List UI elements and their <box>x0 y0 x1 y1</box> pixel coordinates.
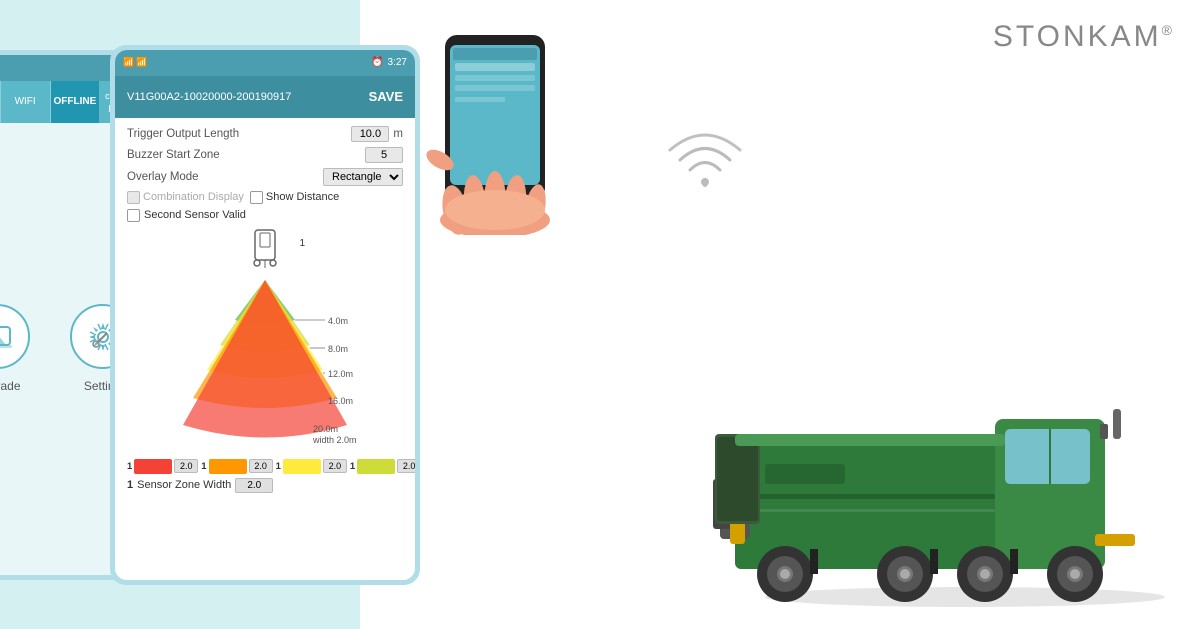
sensor-zone-width-row: 1 Sensor Zone Width <box>127 478 403 493</box>
truck-area <box>705 379 1185 609</box>
combination-display-label: Combination Display <box>143 191 244 203</box>
second-sensor-label: Second Sensor Valid <box>144 209 246 221</box>
zone-bar-3-val[interactable]: 2.0 <box>323 459 347 473</box>
zone-bar-4-num: 1 <box>350 461 355 472</box>
buzzer-zone-label: Buzzer Start Zone <box>127 149 365 161</box>
zone-bar-1: 1 2.0 <box>127 459 198 474</box>
left-section: 📶 📶 ⏰ 3:28 manual connect WIFI <box>0 0 360 629</box>
sensor-diagram-container: 1 <box>127 228 403 455</box>
second-sensor-row: Second Sensor Valid <box>127 209 403 222</box>
phone2: 📶📶 ⏰ 3:27 V11G00A2-10020000-200190917 SA… <box>110 45 420 585</box>
sensor-zone-width-num: 1 <box>127 479 133 491</box>
sensor-zone-width-label: Sensor Zone Width <box>137 479 231 491</box>
overlay-mode-label: Overlay Mode <box>127 171 323 183</box>
sensor-diagram-number: 1 <box>299 238 305 249</box>
phone2-status-bar: 📶📶 ⏰ 3:27 <box>115 50 415 76</box>
buzzer-zone-input[interactable] <box>365 147 403 163</box>
zone-bar-3-num: 1 <box>276 461 281 472</box>
trigger-output-input[interactable] <box>351 126 389 142</box>
combination-display-cb-wrap: Combination Display <box>127 191 244 204</box>
phone2-inner: 📶📶 ⏰ 3:27 V11G00A2-10020000-200190917 SA… <box>115 50 415 580</box>
zone-bar-2-val[interactable]: 2.0 <box>249 459 273 473</box>
phone1-nav-wifi[interactable]: WIFI <box>1 81 51 123</box>
brand-reg: ® <box>1162 22 1175 38</box>
phone2-status-right: ⏰ 3:27 <box>371 57 407 68</box>
zone-bar-4-val[interactable]: 2.0 <box>397 459 415 473</box>
show-distance-label: Show Distance <box>266 191 339 203</box>
combination-row: Combination Display Show Distance <box>127 191 403 204</box>
sensor-top-icon: 1 <box>235 228 295 268</box>
overlay-mode-row: Overlay Mode Rectangle <box>127 168 403 186</box>
svg-text:20.0m: 20.0m <box>313 424 338 434</box>
buzzer-zone-row: Buzzer Start Zone <box>127 147 403 163</box>
phone1-upgrade-item: Upgrade <box>0 304 30 393</box>
upgrade-icon <box>0 319 16 355</box>
trigger-output-unit: m <box>393 128 403 140</box>
zone-bar-1-num: 1 <box>127 461 132 472</box>
truck-svg <box>705 379 1185 609</box>
second-sensor-checkbox[interactable] <box>127 209 140 222</box>
phone2-time: 3:27 <box>388 57 407 68</box>
upgrade-icon-circle[interactable] <box>0 304 30 369</box>
svg-text:4.0m: 4.0m <box>328 316 348 326</box>
combination-display-checkbox[interactable] <box>127 191 140 204</box>
save-button[interactable]: SAVE <box>369 89 403 104</box>
zone-bars-row: 1 2.0 1 2.0 1 <box>127 459 403 474</box>
fan-diagram: 4.0m 8.0m 12.0m 16.0m 20.0m width 2.0m <box>165 270 365 455</box>
zone-bar-2-num: 1 <box>201 461 206 472</box>
trigger-output-row: Trigger Output Length m <box>127 126 403 142</box>
device-id: V11G00A2-10020000-200190917 <box>127 91 291 103</box>
right-section: STONKAM® <box>360 0 1200 629</box>
show-distance-cb-wrap: Show Distance <box>250 191 339 204</box>
svg-text:16.0m: 16.0m <box>328 396 353 406</box>
phone1-nav-offline[interactable]: OFFLINE <box>51 81 101 123</box>
zone-bar-4: 1 2.0 <box>350 459 415 474</box>
phone2-header: V11G00A2-10020000-200190917 SAVE <box>115 76 415 118</box>
brand-area: STONKAM® <box>993 20 1175 54</box>
zone-bar-1-val[interactable]: 2.0 <box>174 459 198 473</box>
wifi-icon <box>665 125 745 190</box>
svg-text:8.0m: 8.0m <box>328 344 348 354</box>
sensor-zone-width-input[interactable] <box>235 478 273 493</box>
zone-bar-3: 1 2.0 <box>276 459 347 474</box>
svg-text:width 2.0m: width 2.0m <box>312 435 357 445</box>
zone-bar-2: 1 2.0 <box>201 459 272 474</box>
trigger-output-label: Trigger Output Length <box>127 128 351 140</box>
show-distance-checkbox[interactable] <box>250 191 263 204</box>
upgrade-label: Upgrade <box>0 379 21 393</box>
wifi-area <box>665 125 745 190</box>
overlay-mode-select[interactable]: Rectangle <box>323 168 403 186</box>
phone2-status-left: 📶📶 <box>123 57 147 68</box>
main-container: 📶 📶 ⏰ 3:28 manual connect WIFI <box>0 0 1200 629</box>
svg-text:12.0m: 12.0m <box>328 369 353 379</box>
brand-name: STONKAM <box>993 20 1162 53</box>
phone2-settings: Trigger Output Length m Buzzer Start Zon… <box>115 118 415 580</box>
